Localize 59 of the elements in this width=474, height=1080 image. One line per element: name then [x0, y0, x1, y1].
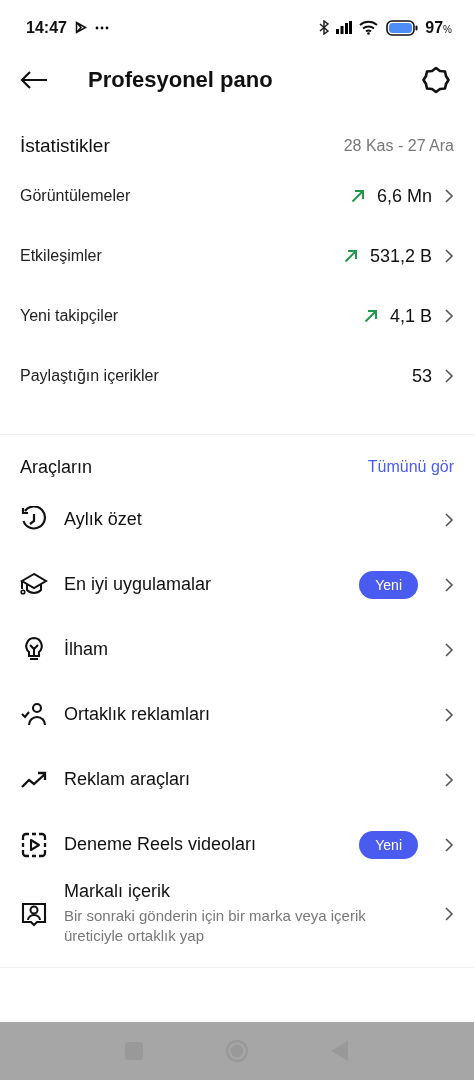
signal-icon	[336, 21, 353, 34]
stat-value: 4,1 B	[389, 305, 432, 327]
stat-value: 6,6 Mn	[376, 185, 432, 207]
clock-time: 14:47	[26, 18, 67, 37]
tool-label: Markalı içerik	[64, 881, 171, 902]
settings-icon	[422, 66, 450, 94]
battery-icon	[386, 19, 419, 36]
back-button[interactable]	[20, 70, 48, 90]
tool-label: Aylık özet	[64, 509, 143, 530]
stat-row[interactable]: Paylaştığın içerikler 53	[20, 346, 454, 406]
tool-label: İlham	[64, 639, 109, 660]
chevron-icon	[444, 308, 454, 324]
new-badge: Yeni	[359, 830, 418, 859]
chevron-icon	[444, 706, 454, 723]
chevron-icon	[444, 576, 454, 593]
tool-description: Bir sonraki gönderin için bir marka veya içerik üreticiyle ortaklık yap	[64, 906, 367, 947]
tool-item[interactable]: İlham	[20, 617, 454, 682]
play-frame-icon	[20, 830, 48, 859]
new-badge: Yeni	[359, 570, 418, 599]
see-all-link[interactable]: Tümünü gör	[367, 458, 454, 476]
stat-row[interactable]: Görüntülemeler 6,6 Mn	[20, 166, 454, 226]
chevron-icon	[444, 905, 454, 922]
section-title: Araçların	[20, 456, 93, 478]
chevron-icon	[444, 188, 454, 204]
date-range: 28 Kas - 27 Ara	[343, 137, 454, 155]
stat-label: Yeni takipçiler	[20, 307, 120, 325]
chevron-icon	[444, 368, 454, 384]
stat-row[interactable]: Etkileşimler 531,2 B	[20, 226, 454, 286]
more-icon	[94, 25, 109, 30]
bluetooth-icon	[319, 20, 330, 35]
tool-item[interactable]: Deneme Reels videoları Yeni	[20, 812, 454, 877]
play-icon	[74, 21, 87, 34]
tool-label: Reklam araçları	[64, 769, 192, 790]
tool-item[interactable]: Ortaklık reklamları	[20, 682, 454, 747]
stat-row[interactable]: Yeni takipçiler 4,1 B	[20, 286, 454, 346]
back-icon	[20, 70, 48, 90]
chevron-icon	[444, 771, 454, 788]
chevron-icon	[444, 248, 454, 264]
tool-label: Deneme Reels videoları	[64, 834, 258, 855]
chevron-icon	[444, 511, 454, 528]
stat-label: Etkileşimler	[20, 247, 103, 265]
stat-label: Görüntülemeler	[20, 187, 132, 205]
tool-item[interactable]: En iyi uygulamalar Yeni	[20, 552, 454, 617]
battery-percentage: 97	[425, 18, 444, 36]
chevron-icon	[444, 836, 454, 853]
stat-value: 531,2 B	[369, 245, 432, 267]
stat-value: 53	[411, 365, 432, 387]
tool-label: Ortaklık reklamları	[64, 704, 212, 725]
chevron-icon	[444, 641, 454, 658]
tool-item[interactable]: Aylık özet	[20, 487, 454, 552]
stat-label: Paylaştığın içerikler	[20, 367, 160, 385]
tool-item[interactable]: Reklam araçları	[20, 747, 454, 812]
page-title: Profesyonel pano	[88, 67, 274, 93]
percent-sign: %	[443, 23, 452, 35]
tool-label: En iyi uygulamalar	[64, 574, 213, 595]
tool-item[interactable]: Markalı içerik Bir sonraki gönderin için bir marka veya içerik üreticiyle ortaklık yap	[20, 877, 454, 947]
settings-button[interactable]	[422, 66, 450, 94]
wifi-icon	[359, 20, 380, 35]
section-title: İstatistikler	[20, 135, 110, 157]
